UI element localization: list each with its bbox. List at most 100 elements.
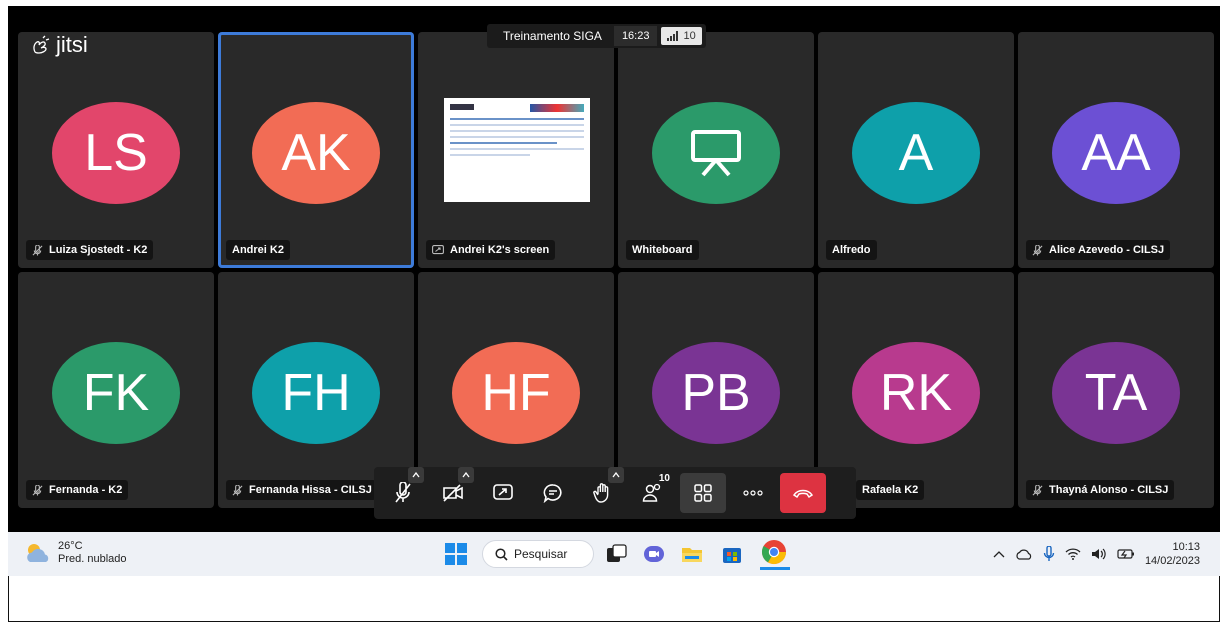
clock-date: 14/02/2023 xyxy=(1144,555,1200,567)
participant-name-label: Alice Azevedo - CILSJ xyxy=(1049,244,1165,256)
raise-hand-icon xyxy=(593,483,609,503)
mic-muted-icon xyxy=(1032,484,1043,496)
whiteboard-icon xyxy=(652,102,780,204)
participant-name-label: Luiza Sjostedt - K2 xyxy=(49,244,148,256)
meeting-toolbar: 10 xyxy=(374,467,856,519)
participant-count: 10 xyxy=(683,30,696,42)
temperature: 26°C xyxy=(58,540,83,552)
participant-name: Rafaela K2 xyxy=(856,480,925,500)
avatar: FK xyxy=(52,342,180,444)
taskbar-search[interactable]: Pesquisar xyxy=(482,540,594,568)
mic-muted-icon xyxy=(32,484,43,496)
screen-share-preview xyxy=(444,98,590,202)
participant-tile-alfredo[interactable]: A Alfredo xyxy=(818,32,1014,268)
participant-tile-andrei-screen[interactable]: Andrei K2's screen xyxy=(418,32,614,268)
meeting-title: Treinamento SIGA xyxy=(503,29,602,43)
chrome-icon[interactable] xyxy=(760,538,790,570)
share-screen-icon xyxy=(493,484,513,500)
onedrive-icon[interactable] xyxy=(1015,548,1033,560)
avatar: A xyxy=(852,102,980,204)
whiteboard-tile[interactable]: Whiteboard xyxy=(618,32,814,268)
participant-tile-thayna[interactable]: TA Thayná Alonso - CILSJ xyxy=(1018,272,1214,508)
participant-name: Fernanda - K2 xyxy=(26,480,129,500)
more-options-button[interactable] xyxy=(730,473,776,513)
tile-view-button[interactable] xyxy=(680,473,726,513)
participant-name-label: Rafaela K2 xyxy=(862,484,919,496)
avatar: AA xyxy=(1052,102,1180,204)
participant-name-label: Whiteboard xyxy=(632,244,693,256)
participant-name-label: Fernanda - K2 xyxy=(49,484,123,496)
clock-time: 10:13 xyxy=(1172,541,1200,553)
participant-name-label: Andrei K2's screen xyxy=(450,244,550,256)
mic-muted-icon xyxy=(232,484,243,496)
meeting-header: Treinamento SIGA 16:23 10 xyxy=(487,24,706,48)
chevron-up-icon[interactable] xyxy=(458,467,474,483)
wifi-icon[interactable] xyxy=(1065,548,1081,560)
participant-name: Luiza Sjostedt - K2 xyxy=(26,240,154,260)
search-label: Pesquisar xyxy=(514,547,568,561)
grid-view-icon xyxy=(694,484,712,502)
teams-chat-icon[interactable] xyxy=(642,542,666,566)
jitsi-hand-icon xyxy=(33,35,50,54)
avatar: TA xyxy=(1052,342,1180,444)
clock[interactable]: 10:13 14/02/2023 xyxy=(1145,540,1200,568)
meeting-timer: 16:23 xyxy=(613,26,658,46)
participant-name-label: Andrei K2 xyxy=(232,244,284,256)
logo-text: jitsi xyxy=(56,32,88,57)
participant-name-label: Thayná Alonso - CILSJ xyxy=(1049,484,1169,496)
participant-name: Andrei K2 xyxy=(226,240,290,260)
chat-button[interactable] xyxy=(530,473,576,513)
mic-muted-icon xyxy=(32,244,43,256)
raise-hand-button[interactable] xyxy=(580,467,626,513)
participant-name: Alice Azevedo - CILSJ xyxy=(1026,240,1171,260)
weather-description: Pred. nublado xyxy=(58,553,127,565)
mic-muted-icon xyxy=(1032,244,1043,256)
mic-muted-icon xyxy=(395,482,411,503)
battery-charging-icon[interactable] xyxy=(1117,548,1135,560)
participant-count-badge[interactable]: 10 xyxy=(661,27,702,45)
participant-tile-alice[interactable]: AA Alice Azevedo - CILSJ xyxy=(1018,32,1214,268)
participant-tile-luiza[interactable]: LS Luiza Sjostedt - K2 xyxy=(18,32,214,268)
avatar: RK xyxy=(852,342,980,444)
leave-meeting-button[interactable] xyxy=(780,473,826,513)
participant-tile-andrei[interactable]: AK Andrei K2 xyxy=(218,32,414,268)
participant-name-label: Fernanda Hissa - CILSJ xyxy=(249,484,372,496)
partly-cloudy-icon xyxy=(27,544,49,562)
participants-button[interactable]: 10 xyxy=(630,473,676,513)
file-explorer-icon[interactable] xyxy=(680,542,704,566)
search-icon xyxy=(495,547,508,561)
participant-name-label: Alfredo xyxy=(832,244,871,256)
chat-icon xyxy=(543,484,562,503)
chevron-up-icon[interactable] xyxy=(408,467,424,483)
camera-off-icon xyxy=(443,484,463,502)
avatar: FH xyxy=(252,342,380,444)
microphone-button[interactable] xyxy=(380,467,426,513)
screen-share-icon xyxy=(432,244,444,256)
participant-tile-fernanda[interactable]: FK Fernanda - K2 xyxy=(18,272,214,508)
signal-bars-icon xyxy=(667,31,679,41)
participant-name: Thayná Alonso - CILSJ xyxy=(1026,480,1175,500)
more-icon xyxy=(743,490,763,496)
microphone-icon[interactable] xyxy=(1043,546,1055,562)
hang-up-icon xyxy=(792,489,814,499)
avatar: HF xyxy=(452,342,580,444)
system-tray: 10:13 14/02/2023 xyxy=(993,540,1200,568)
windows-start-icon[interactable] xyxy=(444,542,468,566)
camera-button[interactable] xyxy=(430,467,476,513)
participants-badge: 10 xyxy=(658,473,670,484)
microsoft-store-icon[interactable] xyxy=(720,542,744,566)
avatar: PB xyxy=(652,342,780,444)
volume-icon[interactable] xyxy=(1091,548,1107,560)
avatar: LS xyxy=(52,102,180,204)
meeting-area: LS Luiza Sjostedt - K2 AK Andrei K2 Andr… xyxy=(8,6,1220,532)
participant-name: Andrei K2's screen xyxy=(426,240,556,260)
participant-name: Alfredo xyxy=(826,240,877,260)
task-view-icon[interactable] xyxy=(604,542,628,566)
windows-taskbar: 26°C Pred. nublado Pesquisar 10:13 14/02… xyxy=(8,532,1220,576)
share-screen-button[interactable] xyxy=(480,473,526,513)
chevron-up-icon[interactable] xyxy=(608,467,624,483)
jitsi-logo: jitsi xyxy=(30,32,88,58)
weather-widget[interactable]: 26°C Pred. nublado xyxy=(24,540,127,566)
chevron-up-icon[interactable] xyxy=(993,550,1005,558)
avatar: AK xyxy=(252,102,380,204)
